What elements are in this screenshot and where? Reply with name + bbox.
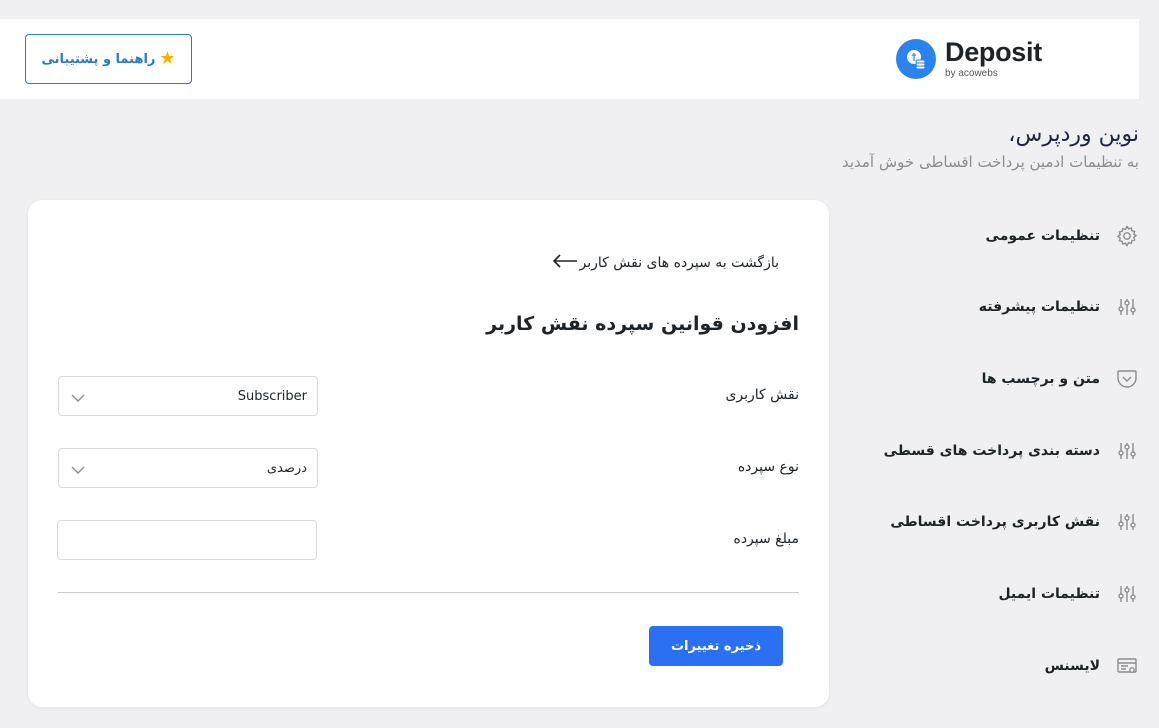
deposit-amount-input[interactable] (57, 520, 317, 560)
greeting-title: نوین وردپرس، (1008, 122, 1139, 147)
back-link[interactable]: بازگشت به سپرده های نقش کاربر (552, 252, 779, 273)
sidebar-item-installment-categories[interactable]: دسته بندی پرداخت های قسطی (880, 431, 1140, 471)
sidebar-item-license[interactable]: لایسنس (880, 646, 1140, 686)
help-support-button[interactable]: ★ راهنما و پشتیبانی (25, 34, 192, 84)
form-title: افزودن قوانین سپرده نقش کاربر (486, 313, 799, 335)
deposit-type-select[interactable]: درصدی (58, 448, 318, 488)
back-link-label: بازگشت به سپرده های نقش کاربر (579, 254, 779, 271)
help-support-label: راهنما و پشتیبانی (41, 51, 156, 67)
sidebar-item-advanced-settings[interactable]: تنظیمات پیشرفته (880, 287, 1140, 327)
sliders-icon (1114, 509, 1140, 535)
sidebar-item-label: متن و برچسب ها (981, 371, 1100, 387)
sidebar-item-texts-labels[interactable]: متن و برچسب ها (880, 359, 1140, 399)
sliders-icon (1114, 294, 1140, 320)
chevron-down-icon (71, 459, 85, 478)
sidebar-item-email-settings[interactable]: تنظیمات ایمیل (880, 574, 1140, 614)
save-changes-button[interactable]: ذخیره تغییرات (649, 626, 783, 666)
greeting-subtitle: به تنظیمات ادمین پرداخت اقساطی خوش آمدید (841, 153, 1139, 171)
user-role-select[interactable]: Subscriber (58, 376, 318, 416)
sidebar-item-label: تنظیمات عمومی (985, 228, 1100, 244)
sidebar-item-label: تنظیمات ایمیل (998, 586, 1100, 602)
pocket-icon (1114, 366, 1140, 392)
gear-icon (1114, 223, 1140, 249)
license-icon (1114, 653, 1140, 679)
sidebar-item-installment-user-roles[interactable]: نقش کاربری پرداخت اقساطی (880, 502, 1140, 542)
sidebar-item-label: تنظیمات پیشرفته (978, 299, 1100, 315)
logo-name: Deposit (945, 37, 1042, 67)
greeting: نوین وردپرس، به تنظیمات ادمین پرداخت اقس… (842, 122, 1139, 171)
deposit-type-label: نوع سپرده (737, 459, 799, 475)
user-role-label: نقش کاربری (725, 387, 799, 403)
sliders-icon (1114, 581, 1140, 607)
coins-icon (896, 39, 936, 79)
sidebar-item-label: دسته بندی پرداخت های قسطی (883, 443, 1100, 459)
divider (58, 592, 799, 593)
deposit-logo: Deposit by acowebs (896, 37, 1042, 81)
sliders-icon (1114, 438, 1140, 464)
sidebar-item-label: لایسنس (1044, 658, 1100, 674)
sidebar-item-label: نقش کاربری پرداخت اقساطی (890, 514, 1100, 530)
sidebar-item-general-settings[interactable]: تنظیمات عمومی (880, 216, 1140, 256)
logo-byline: by acowebs (945, 68, 998, 79)
arrow-left-icon (552, 252, 578, 273)
chevron-down-icon (71, 387, 85, 406)
form-card: بازگشت به سپرده های نقش کاربر افزودن قوا… (28, 200, 829, 707)
deposit-type-value: درصدی (266, 460, 307, 476)
star-icon: ★ (159, 48, 176, 69)
user-role-value: Subscriber (237, 388, 307, 404)
top-bar: ★ راهنما و پشتیبانی Deposit by acowebs (0, 19, 1139, 99)
deposit-amount-label: مبلغ سپرده (733, 531, 799, 547)
